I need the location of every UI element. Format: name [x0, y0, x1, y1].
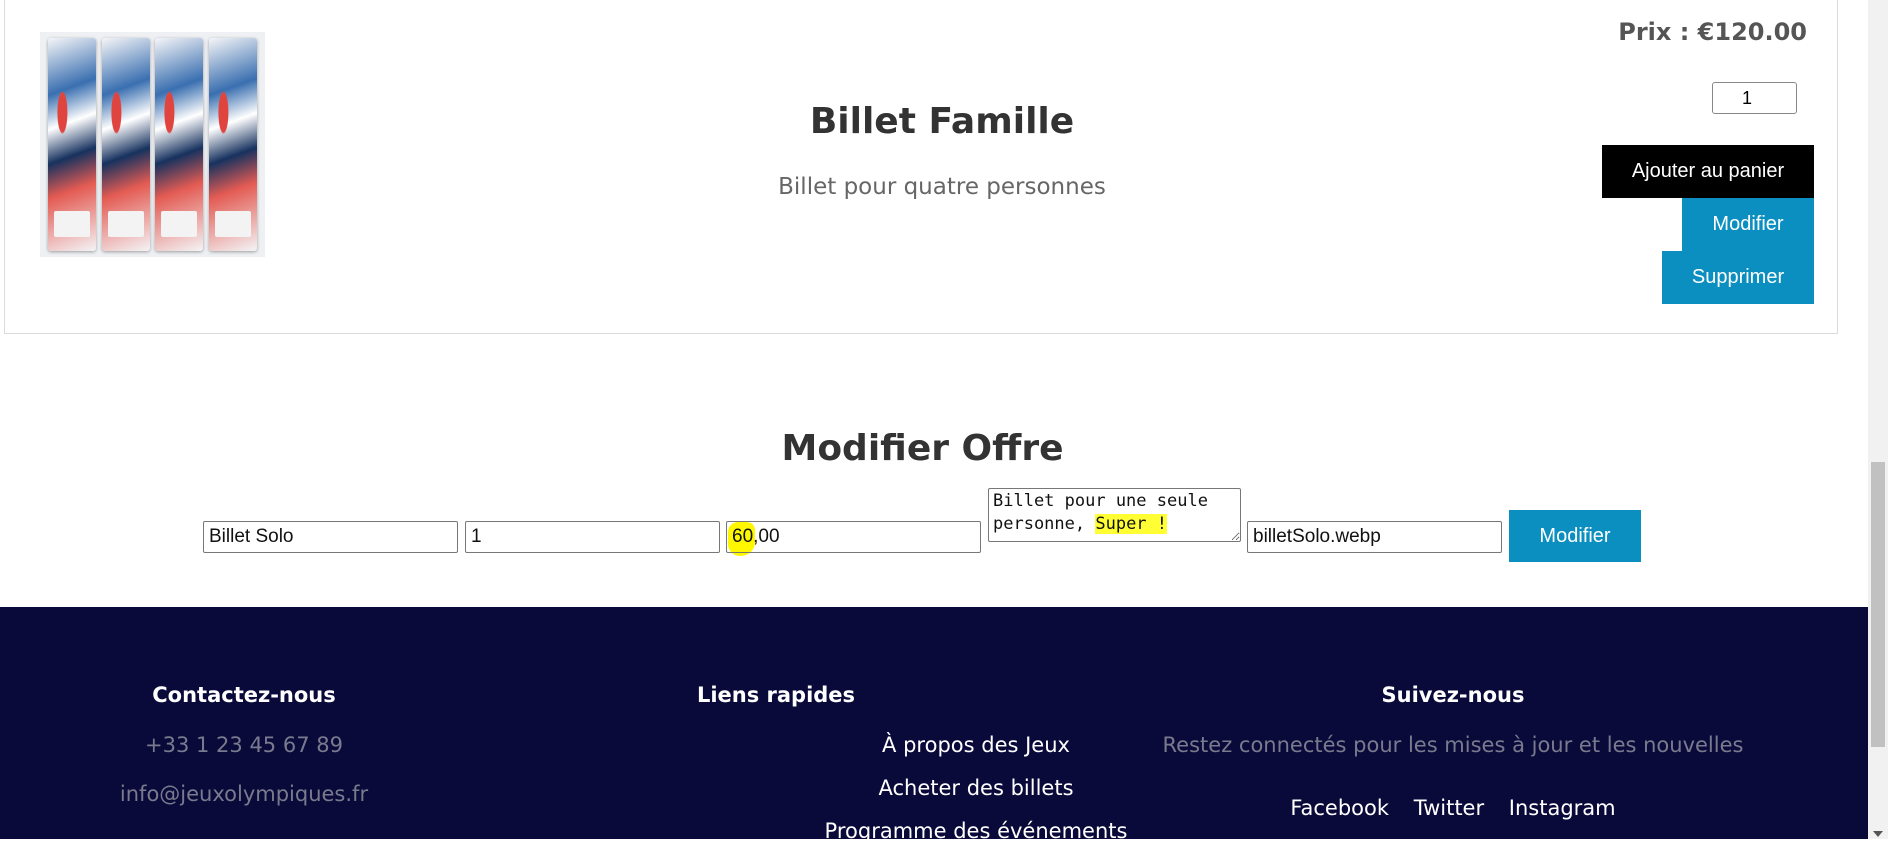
contact-phone: +33 1 23 45 67 89: [145, 733, 343, 757]
instagram-link[interactable]: Instagram: [1509, 796, 1616, 820]
offer-price-input[interactable]: [726, 521, 981, 553]
links-heading: Liens rapides: [696, 683, 856, 707]
offer-title: Billet Famille: [809, 101, 1075, 142]
description-highlighted-text: Super !: [1095, 514, 1168, 534]
link-buy-tickets[interactable]: Acheter des billets: [776, 776, 1176, 800]
scroll-down-icon[interactable]: [1873, 831, 1883, 837]
quantity-input[interactable]: [1712, 82, 1797, 114]
offer-description: Billet pour quatre personnes: [778, 174, 1106, 200]
follow-heading: Suivez-nous: [1381, 683, 1525, 707]
social-links: Facebook Twitter Instagram: [1153, 796, 1753, 820]
page-scrollbar[interactable]: [1868, 0, 1888, 839]
follow-tagline: Restez connectés pour les mises à jour e…: [1162, 733, 1744, 757]
edit-offer-button[interactable]: Modifier: [1682, 198, 1814, 251]
ticket-strip: [48, 38, 96, 251]
offer-price: Prix : €120.00: [1618, 18, 1807, 46]
ticket-strip: [101, 38, 150, 251]
facebook-link[interactable]: Facebook: [1290, 796, 1389, 820]
scrollbar-thumb[interactable]: [1871, 462, 1885, 747]
contact-heading: Contactez-nous: [152, 683, 336, 707]
offer-quantity-input[interactable]: [465, 521, 720, 553]
offer-image: [40, 32, 265, 257]
edit-offer-title: Modifier Offre: [781, 428, 1064, 469]
submit-edit-button[interactable]: Modifier: [1509, 510, 1641, 562]
offer-name-input[interactable]: [203, 521, 458, 553]
offer-description-textarea[interactable]: Billet pour une seule personne, Super !: [988, 488, 1241, 542]
contact-email: info@jeuxolympiques.fr: [119, 782, 369, 806]
offer-image-input[interactable]: [1247, 521, 1502, 553]
offer-card: Billet Famille Billet pour quatre person…: [4, 0, 1838, 334]
ticket-strip: [208, 38, 257, 251]
add-to-cart-button[interactable]: Ajouter au panier: [1602, 145, 1814, 198]
ticket-strip: [155, 38, 204, 251]
footer: Contactez-nous +33 1 23 45 67 89 info@je…: [0, 607, 1868, 843]
delete-offer-button[interactable]: Supprimer: [1662, 251, 1814, 304]
link-schedule[interactable]: Programme des événements: [776, 819, 1176, 843]
twitter-link[interactable]: Twitter: [1414, 796, 1484, 820]
link-about[interactable]: À propos des Jeux: [776, 733, 1176, 757]
